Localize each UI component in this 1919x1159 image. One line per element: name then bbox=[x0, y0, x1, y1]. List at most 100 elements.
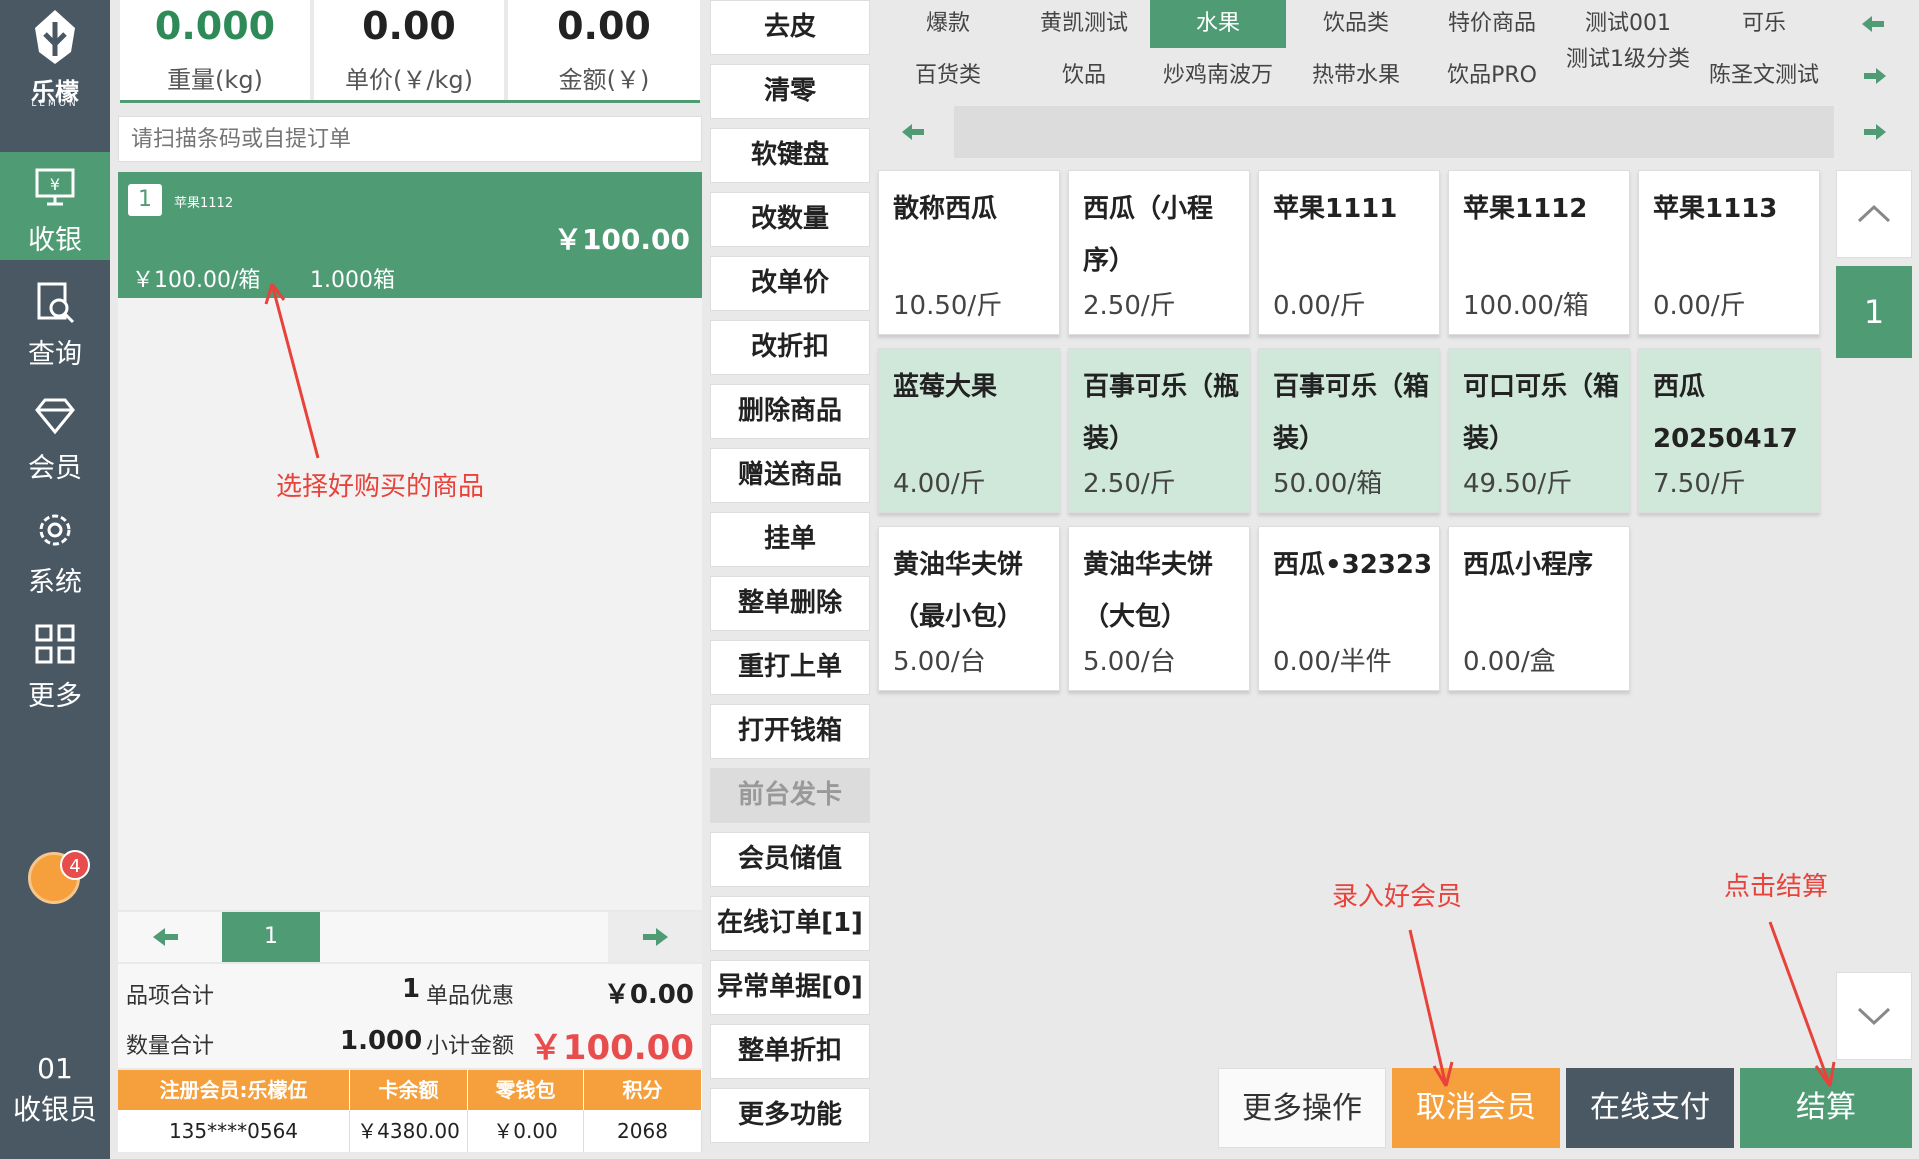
product-card[interactable]: 西瓜•32323 0.00/半件 bbox=[1258, 526, 1440, 691]
product-page-down-button[interactable] bbox=[1836, 972, 1912, 1060]
product-price: 2.50/斤 bbox=[1083, 469, 1176, 499]
change-qty-button[interactable]: 改数量 bbox=[710, 192, 870, 247]
abnormal-orders-button[interactable]: 异常单据[0] bbox=[710, 960, 870, 1015]
category-next-icon[interactable] bbox=[1854, 62, 1894, 90]
order-page-number: 1 bbox=[222, 912, 320, 962]
category-tab[interactable]: 测试001 bbox=[1564, 0, 1692, 48]
tare-button[interactable]: 去皮 bbox=[710, 0, 870, 55]
product-name: 西瓜小程序 bbox=[1463, 550, 1594, 580]
member-info-table: 注册会员:乐檬伍 卡余额 零钱包 积分 135****0564 ￥4380.00… bbox=[118, 1070, 702, 1152]
open-drawer-button[interactable]: 打开钱箱 bbox=[710, 704, 870, 759]
category-tab-active[interactable]: 水果 bbox=[1150, 0, 1286, 48]
category-tab[interactable]: 饮品 bbox=[1020, 52, 1148, 100]
card-balance-value: ￥4380.00 bbox=[350, 1110, 468, 1152]
category-tab[interactable]: 热带水果 bbox=[1292, 52, 1420, 100]
amount-metric: 0.00 金额(￥) bbox=[508, 0, 700, 102]
more-actions-button[interactable]: 更多操作 bbox=[1218, 1068, 1386, 1148]
product-card[interactable]: 可口可乐（箱装） 49.50/斤 bbox=[1448, 348, 1630, 513]
product-name: 散称西瓜 bbox=[893, 194, 998, 224]
nav-label: 更多 bbox=[28, 681, 82, 712]
nav-cashier[interactable]: ¥ 收银 bbox=[0, 152, 110, 260]
product-card[interactable]: 百事可乐（瓶装） 2.50/斤 bbox=[1068, 348, 1250, 513]
nav-more[interactable]: 更多 bbox=[0, 608, 110, 716]
unit-price-metric: 0.00 单价(￥/kg) bbox=[314, 0, 504, 102]
order-discount-button[interactable]: 整单折扣 bbox=[710, 1024, 870, 1079]
soft-keyboard-button[interactable]: 软键盘 bbox=[710, 128, 870, 183]
order-next-button[interactable] bbox=[608, 912, 702, 962]
product-name: 苹果1111 bbox=[1273, 194, 1398, 224]
gift-item-button[interactable]: 赠送商品 bbox=[710, 448, 870, 503]
cancel-member-button[interactable]: 取消会员 bbox=[1392, 1068, 1560, 1148]
function-panel: 去皮 清零 软键盘 改数量 改单价 改折扣 删除商品 赠送商品 挂单 整单删除 … bbox=[706, 0, 874, 1159]
product-price: 4.00/斤 bbox=[893, 469, 986, 499]
wallet-header: 零钱包 bbox=[468, 1070, 584, 1110]
category-tab[interactable]: 陈圣文测试 bbox=[1700, 52, 1828, 100]
member-topup-button[interactable]: 会员储值 bbox=[710, 832, 870, 887]
product-card[interactable]: 苹果1113 0.00/斤 bbox=[1638, 170, 1820, 335]
scan-input[interactable] bbox=[119, 117, 701, 161]
nav-query[interactable]: 查询 bbox=[0, 266, 110, 374]
product-card[interactable]: 散称西瓜 10.50/斤 bbox=[878, 170, 1060, 335]
product-card[interactable]: 苹果1111 0.00/斤 bbox=[1258, 170, 1440, 335]
member-phone: 135****0564 bbox=[118, 1110, 350, 1152]
product-name: 苹果1113 bbox=[1653, 194, 1778, 224]
more-functions-button[interactable]: 更多功能 bbox=[710, 1088, 870, 1143]
issue-card-button[interactable]: 前台发卡 bbox=[710, 768, 870, 823]
delete-item-button[interactable]: 删除商品 bbox=[710, 384, 870, 439]
wallet-value: ￥0.00 bbox=[468, 1110, 584, 1152]
order-prev-button[interactable] bbox=[118, 912, 212, 962]
product-card[interactable]: 黄油华夫饼（最小包） 5.00/台 bbox=[878, 526, 1060, 691]
category-tab[interactable]: 饮品类 bbox=[1292, 0, 1420, 48]
hold-order-button[interactable]: 挂单 bbox=[710, 512, 870, 567]
discount-label: 单品优惠 bbox=[426, 984, 515, 1009]
category-tab[interactable]: 饮品PRO bbox=[1428, 52, 1556, 100]
product-price: 5.00/台 bbox=[1083, 647, 1176, 677]
product-name: 百事可乐（箱装） bbox=[1273, 372, 1430, 454]
online-orders-button[interactable]: 在线订单[1] bbox=[710, 896, 870, 951]
scan-field[interactable] bbox=[118, 116, 702, 162]
category-tab[interactable]: 黄凯测试 bbox=[1020, 0, 1148, 48]
product-card[interactable]: 百事可乐（箱装） 50.00/箱 bbox=[1258, 348, 1440, 513]
product-card[interactable]: 苹果1112 100.00/箱 bbox=[1448, 170, 1630, 335]
weight-metric: 0.000 重量(kg) bbox=[120, 0, 310, 102]
product-card[interactable]: 西瓜小程序 0.00/盒 bbox=[1448, 526, 1630, 691]
product-card[interactable]: 黄油华夫饼（大包） 5.00/台 bbox=[1068, 526, 1250, 691]
delete-order-button[interactable]: 整单删除 bbox=[710, 576, 870, 631]
category-prev-icon[interactable] bbox=[1854, 10, 1894, 38]
subtotal-value: ￥100.00 bbox=[528, 1028, 694, 1068]
svg-text:¥: ¥ bbox=[50, 175, 60, 194]
subcategory-next-icon[interactable] bbox=[1854, 118, 1894, 146]
nav-label: 系统 bbox=[28, 567, 82, 598]
discount-value: ￥0.00 bbox=[603, 980, 694, 1010]
product-name: 苹果1112 bbox=[1463, 194, 1588, 224]
product-card[interactable]: 蓝莓大果 4.00/斤 bbox=[878, 348, 1060, 513]
product-card[interactable]: 西瓜（小程序） 2.50/斤 bbox=[1068, 170, 1250, 335]
category-tab[interactable]: 爆款 bbox=[884, 0, 1012, 48]
category-tab[interactable]: 特价商品 bbox=[1428, 0, 1556, 48]
nav-system[interactable]: 系统 bbox=[0, 494, 110, 602]
product-name: 西瓜•32323 bbox=[1273, 550, 1433, 580]
category-tab[interactable]: 炒鸡南波万 bbox=[1150, 52, 1286, 100]
online-pay-button[interactable]: 在线支付 bbox=[1566, 1068, 1734, 1148]
category-tab[interactable]: 可乐 bbox=[1700, 0, 1828, 48]
change-discount-button[interactable]: 改折扣 bbox=[710, 320, 870, 375]
sidebar: 乐檬 LEMON ¥ 收银 查询 会员 系统 更多 4 01 收银员 bbox=[0, 0, 110, 1159]
reprint-button[interactable]: 重打上单 bbox=[710, 640, 870, 695]
product-panel: 爆款 黄凯测试 水果 饮品类 特价商品 测试001 可乐 百货类 饮品 炒鸡南波… bbox=[874, 0, 1919, 1159]
category-tab[interactable]: 百货类 bbox=[884, 52, 1012, 100]
order-item-qty: 1.000箱 bbox=[310, 268, 395, 293]
product-page-up-button[interactable] bbox=[1836, 170, 1912, 258]
nav-member[interactable]: 会员 bbox=[0, 380, 110, 488]
qty-value: 1.000 bbox=[340, 1026, 423, 1056]
order-item-row[interactable]: 1 苹果1112 ￥100.00 ￥100.00/箱 1.000箱 bbox=[118, 172, 702, 298]
product-card[interactable]: 西瓜20250417 7.50/斤 bbox=[1638, 348, 1820, 513]
metric-underline bbox=[120, 100, 700, 103]
change-price-button[interactable]: 改单价 bbox=[710, 256, 870, 311]
subcategory-prev-icon[interactable] bbox=[894, 118, 934, 146]
product-name: 蓝莓大果 bbox=[893, 372, 998, 402]
category-tab[interactable]: 测试1级分类 bbox=[1564, 48, 1692, 96]
checkout-button[interactable]: 结算 bbox=[1740, 1068, 1912, 1148]
subtotal-label: 小计金额 bbox=[426, 1034, 515, 1059]
product-page-number: 1 bbox=[1836, 266, 1912, 358]
zero-button[interactable]: 清零 bbox=[710, 64, 870, 119]
